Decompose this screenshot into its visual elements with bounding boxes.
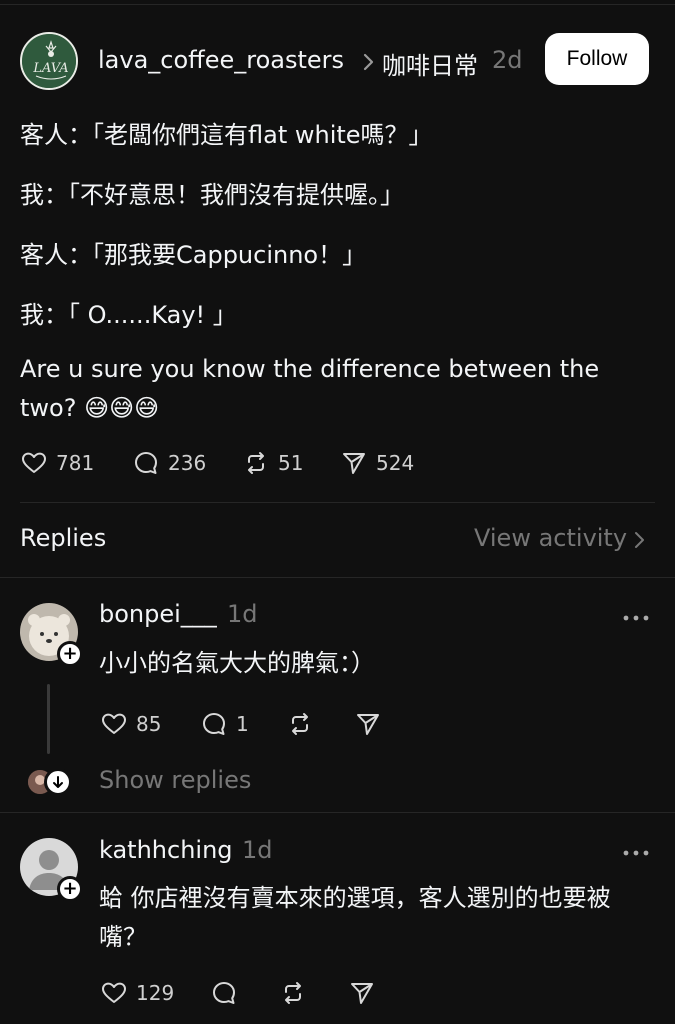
repost-icon <box>292 713 308 735</box>
reply-author-name[interactable]: kathhching <box>99 836 233 864</box>
chevron-right-icon <box>635 532 644 548</box>
send-icon <box>357 714 379 735</box>
comment-button[interactable] <box>210 979 238 1007</box>
reply-text: 小小的名氣大大的脾氣：） <box>99 649 375 677</box>
reply-text: 蛤 你店裡沒有賣本來的選項，客人選別的也要被 <box>99 884 611 912</box>
share-button[interactable]: 524 <box>340 449 414 477</box>
repost-button[interactable] <box>286 710 314 738</box>
repost-count: 51 <box>278 451 304 475</box>
post-text-line: 我：「不好意思！我們沒有提供喔。」 <box>20 181 404 209</box>
repost-icon <box>285 982 301 1004</box>
share-count: 524 <box>376 451 415 475</box>
comment-count: 1 <box>236 712 249 736</box>
divider <box>0 812 675 813</box>
replies-heading: Replies <box>20 524 107 552</box>
comment-icon <box>213 982 235 1004</box>
comment-button[interactable]: 236 <box>132 449 206 477</box>
send-icon <box>351 983 373 1004</box>
divider <box>0 577 675 578</box>
more-options-icon[interactable] <box>622 849 650 857</box>
comment-count: 236 <box>168 451 207 475</box>
more-options-icon[interactable] <box>622 614 650 622</box>
reply-timestamp: 1d <box>227 600 258 628</box>
show-replies-link[interactable]: Show replies <box>99 766 251 794</box>
reply-actions: 129 <box>100 979 400 1007</box>
reply-text: 嘴？ <box>99 923 147 951</box>
top-divider <box>0 4 675 5</box>
heart-icon <box>102 713 126 734</box>
author-avatar[interactable]: LAVA <box>20 32 78 90</box>
post-text-line: 客人：「老闆你們這有flat white嗎？」 <box>20 121 433 149</box>
like-count: 129 <box>136 981 175 1005</box>
like-count: 781 <box>56 451 95 475</box>
follow-plus-icon[interactable]: + <box>57 876 83 902</box>
chevron-right-icon <box>363 53 374 71</box>
arrow-down-icon <box>53 776 63 788</box>
comment-button[interactable]: 1 <box>200 710 249 738</box>
divider <box>20 502 655 503</box>
like-button[interactable]: 781 <box>20 449 94 477</box>
thread-page: LAVA lava_coffee_roasters 咖啡日常 2d Follow… <box>0 0 675 1024</box>
post-author-name[interactable]: lava_coffee_roasters <box>98 46 344 74</box>
send-icon <box>343 453 365 474</box>
repost-button[interactable] <box>279 979 307 1007</box>
view-activity-link[interactable]: View activity <box>474 524 627 552</box>
like-button[interactable]: 85 <box>100 710 161 738</box>
expand-replies-button[interactable] <box>44 768 72 796</box>
svg-text:LAVA: LAVA <box>32 61 68 76</box>
follow-plus-icon[interactable]: + <box>57 641 83 667</box>
post-text-line: two? 😅😅😅 <box>20 394 160 422</box>
heart-icon <box>102 982 126 1003</box>
share-button[interactable] <box>348 979 376 1007</box>
post-text-line: 客人：「那我要Cappucinno！」 <box>20 241 367 269</box>
share-button[interactable] <box>354 710 382 738</box>
comment-icon <box>203 713 225 735</box>
repost-button[interactable]: 51 <box>242 449 303 477</box>
repost-icon <box>248 452 264 474</box>
reply-author-name[interactable]: bonpei___ <box>99 600 217 628</box>
post-timestamp: 2d <box>492 46 523 74</box>
thread-line <box>47 684 50 754</box>
reply-timestamp: 1d <box>242 836 273 864</box>
comment-icon <box>135 452 157 474</box>
post-text-line: Are u sure you know the difference betwe… <box>20 355 600 383</box>
post-text-line: 我：「 O......Kay! 」 <box>20 301 237 329</box>
post-actions: 781 236 51 524 <box>20 449 440 477</box>
post-header: LAVA lava_coffee_roasters 咖啡日常 2d Follow <box>20 32 655 92</box>
reply-actions: 85 1 <box>100 710 400 738</box>
heart-icon <box>22 452 46 473</box>
like-count: 85 <box>136 712 162 736</box>
like-button[interactable]: 129 <box>100 979 174 1007</box>
follow-button[interactable]: Follow <box>545 33 649 85</box>
post-topic-tag[interactable]: 咖啡日常 <box>382 46 478 81</box>
